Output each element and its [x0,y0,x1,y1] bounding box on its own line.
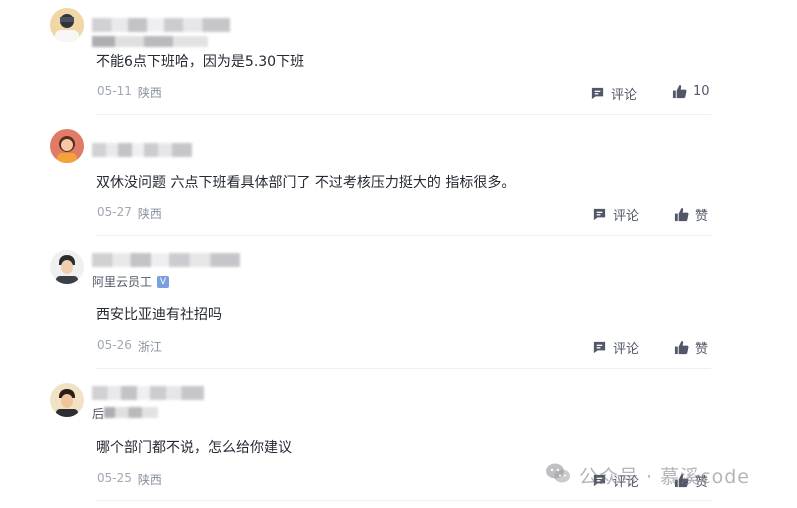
like-label: 赞 [695,342,709,357]
comment-text: 不能6点下班哈，因为是5.30下班 [96,54,305,70]
wechat-icon [545,462,571,489]
comment-meta: 05-25 陕西 [97,471,162,488]
user-avatar[interactable] [50,383,84,417]
verified-badge-icon: V [157,275,170,288]
comment-bubble-icon [590,86,605,101]
comment-date: 05-11 [97,84,132,98]
comment-location: 陕西 [137,86,162,100]
comment-date: 05-26 [97,338,132,352]
blurred-username [92,143,192,157]
thumbs-up-icon [674,340,689,355]
comment-divider [96,235,711,236]
comment-bubble-icon [592,340,607,355]
user-title-text: 阿里云员工 [92,275,153,289]
comment-location: 陕西 [137,473,162,487]
comment-meta: 05-27 陕西 [97,205,162,222]
comment-date: 05-25 [97,471,132,485]
thumbs-up-icon [674,207,689,222]
comment-meta: 05-26 浙江 [97,338,162,355]
user-avatar[interactable] [50,250,84,284]
like-count: 10 [693,84,710,99]
blurred-username [92,386,204,400]
like-button[interactable]: 10 [672,84,710,99]
thumbs-up-icon [672,84,687,99]
comment-reply-label: 评论 [611,88,638,103]
blurred-username [92,18,230,32]
comment-location: 浙江 [137,340,162,354]
comment-reply-label: 评论 [613,342,640,357]
comment-reply-button[interactable]: 评论 [592,338,639,357]
comment-divider [96,500,711,501]
like-button[interactable]: 赞 [674,205,708,224]
user-title-prefix: 后 [92,407,105,421]
blurred-username [92,253,240,267]
comment-reply-label: 评论 [613,209,640,224]
comment-bubble-icon [592,207,607,222]
comment-location: 陕西 [137,207,162,221]
comment-meta: 05-11 陕西 [97,84,162,101]
watermark-text: 公众号 · 慕溪code [579,466,750,488]
user-title: 后 [92,405,104,422]
comment-reply-button[interactable]: 评论 [592,205,639,224]
comment-text: 哪个部门都不说，怎么给你建议 [96,440,292,456]
comment-date: 05-27 [97,205,132,219]
watermark: 公众号 · 慕溪code [545,462,750,489]
blurred-user-title [92,36,208,47]
user-avatar[interactable] [50,129,84,163]
like-label: 赞 [695,209,709,224]
blurred-user-title [104,407,158,418]
user-avatar[interactable] [50,8,84,42]
comment-text: 双休没问题 六点下班看具体部门了 不过考核压力挺大的 指标很多。 [96,175,516,191]
comment-text: 西安比亚迪有社招吗 [96,307,222,323]
comment-divider [96,368,711,369]
like-button[interactable]: 赞 [674,338,708,357]
user-title: 阿里云员工 V [92,273,170,290]
comment-divider [96,114,711,115]
comment-reply-button[interactable]: 评论 [590,84,637,103]
